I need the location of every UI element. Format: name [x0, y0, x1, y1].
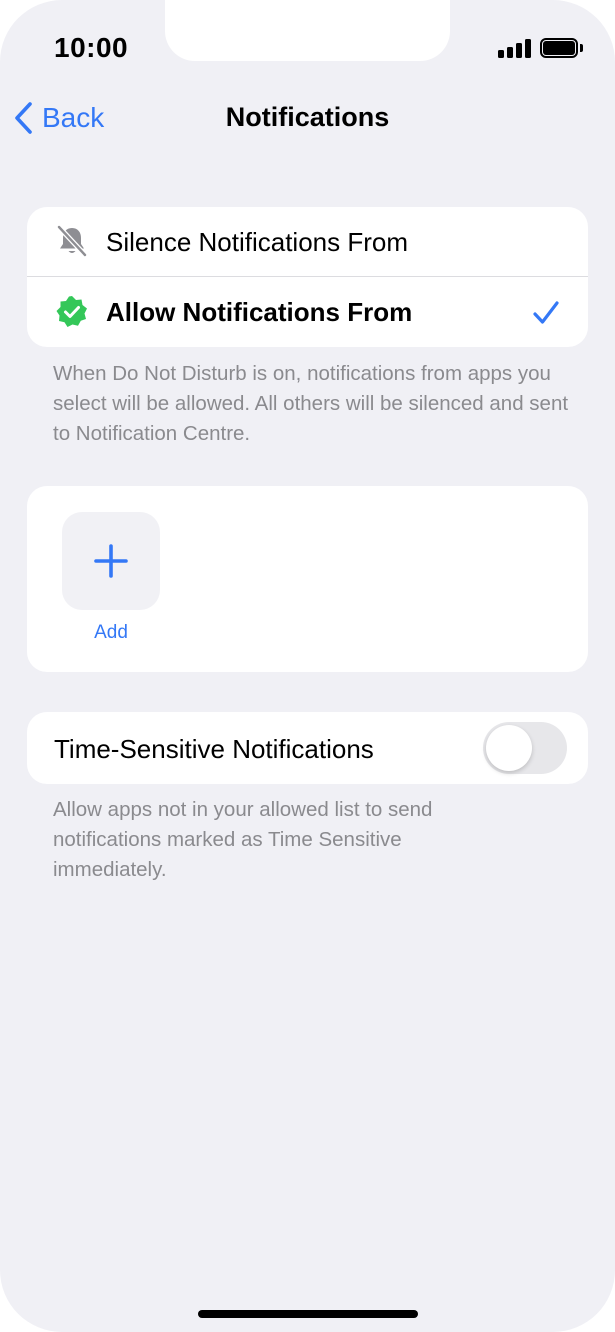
toggle-knob [486, 725, 532, 771]
battery-icon [540, 38, 584, 58]
option-label: Silence Notifications From [106, 227, 408, 257]
allowed-apps-card: Add [27, 486, 588, 672]
option-silence[interactable]: Silence Notifications From [27, 207, 588, 276]
home-indicator[interactable] [198, 1310, 418, 1318]
phone-screen: 10:00 Back Notifications Silence Notific… [0, 0, 615, 1332]
mode-footnote: When Do Not Disturb is on, notifications… [53, 362, 569, 445]
bell-slash-icon [57, 225, 87, 257]
page-title: Notifications [225, 102, 390, 132]
checkmark-seal-icon [56, 296, 87, 327]
add-app-button[interactable] [62, 512, 160, 610]
option-allow[interactable]: Allow Notifications From [27, 277, 588, 347]
plus-icon [94, 544, 128, 578]
add-app-label[interactable]: Add [62, 622, 160, 644]
time-sensitive-card: Time-Sensitive Notifications [27, 712, 588, 784]
mode-options-card: Silence Notifications From Allow Notific… [27, 207, 588, 347]
time-sensitive-toggle[interactable] [483, 722, 567, 774]
time-sensitive-footnote: Allow apps not in your allowed list to s… [53, 798, 433, 881]
checkmark-icon [533, 301, 559, 324]
notch [165, 0, 450, 61]
status-time: 10:00 [54, 32, 129, 63]
option-label: Allow Notifications From [106, 297, 413, 327]
signal-icon [498, 38, 532, 58]
time-sensitive-label: Time-Sensitive Notifications [54, 734, 374, 764]
